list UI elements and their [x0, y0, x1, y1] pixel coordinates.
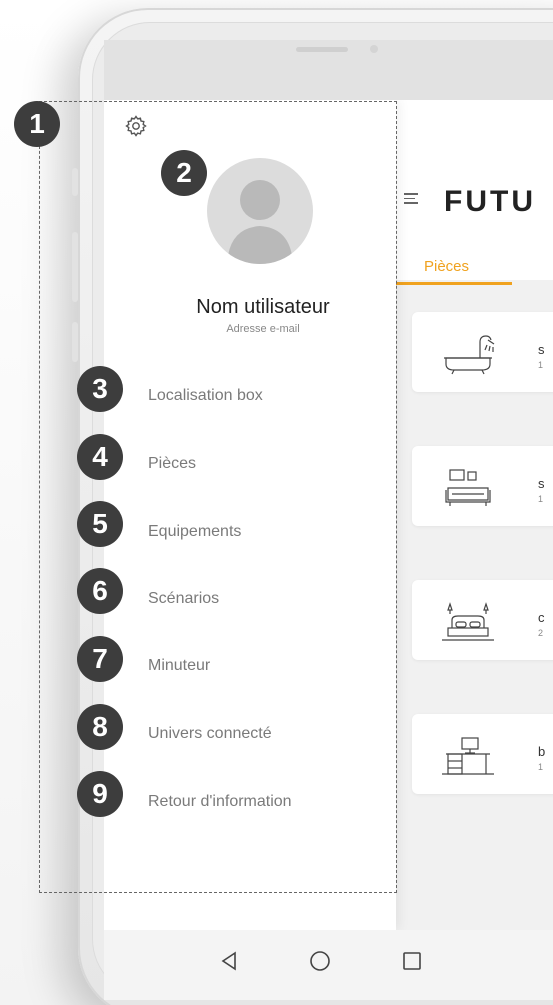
- annotation-badge-3: 3: [77, 366, 123, 412]
- tab-active-indicator: [394, 282, 512, 285]
- annotation-badge-7: 7: [77, 636, 123, 682]
- annotation-badge-1: 1: [14, 101, 60, 147]
- phone-side-button: [72, 168, 78, 196]
- room-name: s: [538, 476, 545, 491]
- menu-item-univers-connecte[interactable]: Univers connecté: [148, 725, 272, 743]
- room-device-count: 1: [538, 762, 544, 772]
- room-card-office[interactable]: b 1: [412, 714, 553, 794]
- sofa-icon: [445, 469, 491, 506]
- bed-icon: [442, 602, 494, 641]
- navigation-drawer: Nom utilisateur Adresse e-mail Localisat…: [104, 100, 396, 930]
- room-name: s: [538, 342, 545, 357]
- phone-volume-button: [72, 232, 78, 302]
- room-device-count: 1: [538, 360, 544, 370]
- room-card-bathroom[interactable]: s 1: [412, 312, 553, 392]
- avatar[interactable]: [207, 158, 313, 264]
- phone-camera: [370, 45, 378, 53]
- user-email: Adresse e-mail: [226, 323, 300, 335]
- desk-icon: [442, 737, 494, 775]
- brand-logo: FUTU: [444, 185, 536, 218]
- annotation-badge-2: 2: [161, 150, 207, 196]
- user-name: Nom utilisateur: [196, 296, 330, 318]
- room-name: b: [538, 744, 546, 759]
- phone-screen: FUTU Pièces s 1 s 1 c 2 b 1 Nom utilisat…: [104, 100, 553, 930]
- room-device-count: 1: [538, 494, 544, 504]
- annotation-badge-4: 4: [77, 434, 123, 480]
- menu-item-pieces[interactable]: Pièces: [148, 455, 196, 473]
- hamburger-menu-icon[interactable]: [404, 193, 418, 207]
- recents-square-icon[interactable]: [399, 948, 425, 974]
- bathtub-icon: [444, 335, 495, 375]
- app-header: FUTU Pièces: [394, 100, 553, 285]
- main-app: FUTU Pièces s 1 s 1 c 2 b 1: [394, 100, 553, 930]
- menu-item-retour-information[interactable]: Retour d'information: [148, 793, 292, 811]
- back-triangle-icon[interactable]: [216, 948, 242, 974]
- menu-item-minuteur[interactable]: Minuteur: [148, 657, 210, 675]
- home-circle-icon[interactable]: [307, 948, 333, 974]
- annotation-badge-5: 5: [77, 501, 123, 547]
- annotation-badge-9: 9: [77, 771, 123, 817]
- room-card-living[interactable]: s 1: [412, 446, 553, 526]
- system-navigation-bar: [104, 930, 553, 1000]
- mockup-stage: FUTU Pièces s 1 s 1 c 2 b 1 Nom utilisat…: [0, 0, 553, 1005]
- room-name: c: [538, 610, 545, 625]
- annotation-badge-8: 8: [77, 704, 123, 750]
- phone-power-button: [72, 322, 78, 362]
- phone-speaker: [296, 47, 348, 52]
- gear-icon[interactable]: [124, 114, 148, 138]
- tab-pieces[interactable]: Pièces: [424, 258, 469, 275]
- annotation-badge-6: 6: [77, 568, 123, 614]
- menu-item-equipements[interactable]: Equipements: [148, 523, 241, 541]
- room-card-bedroom[interactable]: c 2: [412, 580, 553, 660]
- menu-item-scenarios[interactable]: Scénarios: [148, 590, 219, 608]
- room-device-count: 2: [538, 628, 544, 638]
- menu-item-localisation-box[interactable]: Localisation box: [148, 387, 263, 405]
